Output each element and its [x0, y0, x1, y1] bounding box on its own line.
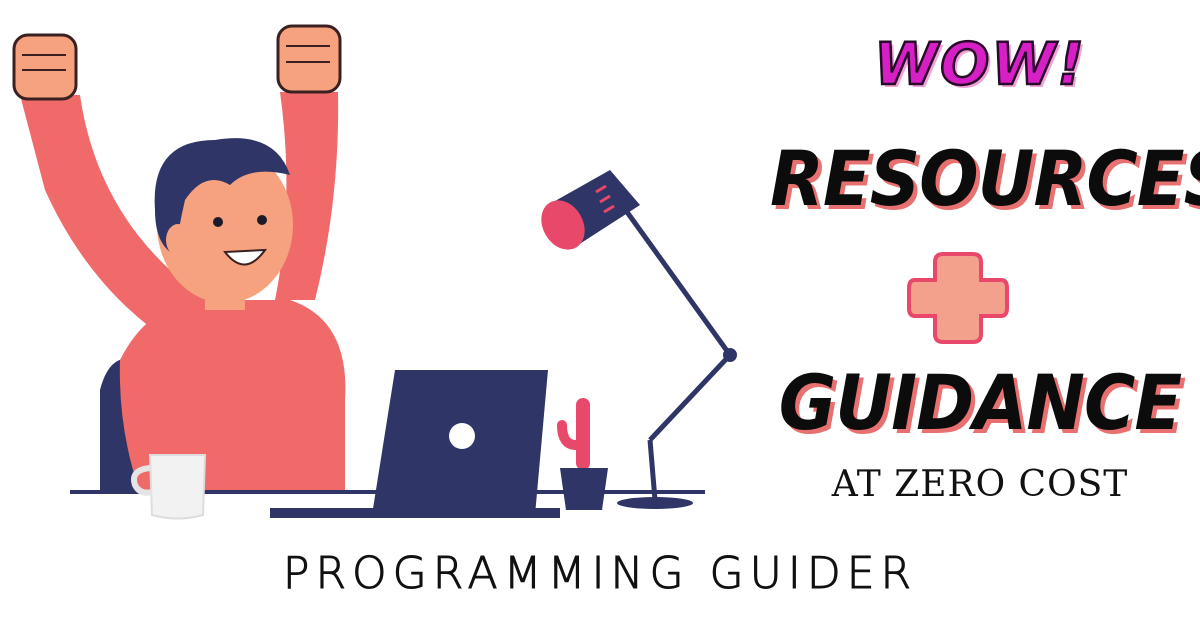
plus-icon	[907, 252, 1009, 344]
tagline: AT ZERO COST	[831, 464, 1129, 505]
celebrating-developer-illustration	[12, 24, 737, 520]
desk-lamp	[541, 170, 737, 509]
cactus-plant	[557, 398, 608, 510]
headline-guidance: GUIDANCE	[778, 358, 1182, 448]
headline-resources: RESOURCES	[770, 134, 1200, 224]
left-fist	[12, 33, 78, 101]
brand-name: PROGRAMMING GUIDER	[282, 548, 918, 600]
wow-exclaim: WOW!	[873, 29, 1086, 100]
right-fist	[276, 24, 342, 94]
head	[154, 138, 293, 303]
